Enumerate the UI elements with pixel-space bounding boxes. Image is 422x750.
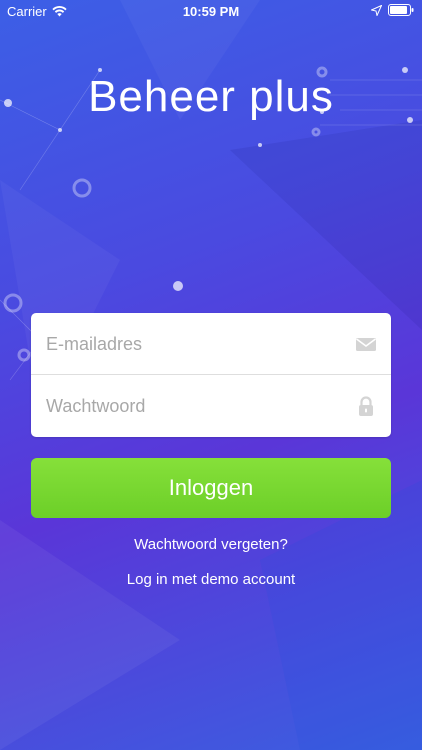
envelope-icon: [356, 338, 376, 351]
password-input[interactable]: [46, 389, 346, 423]
login-button[interactable]: Inloggen: [31, 458, 391, 518]
email-input[interactable]: [46, 327, 346, 361]
location-icon: [371, 4, 382, 16]
password-field-row: [31, 375, 391, 436]
forgot-password-link[interactable]: Wachtwoord vergeten?: [0, 536, 422, 553]
status-bar: Carrier 10:59 PM: [0, 0, 422, 22]
email-field-row: [31, 313, 391, 375]
login-form: [31, 313, 391, 437]
login-screen: Carrier 10:59 PM Beheer plus E-mailadres…: [0, 0, 422, 750]
status-time: 10:59 PM: [182, 4, 240, 19]
demo-login-link[interactable]: Log in met demo account: [0, 571, 422, 588]
status-right-icons: [371, 4, 414, 16]
lock-icon: [359, 396, 373, 416]
app-title: Beheer plus: [88, 72, 334, 121]
battery-icon: [388, 4, 414, 16]
